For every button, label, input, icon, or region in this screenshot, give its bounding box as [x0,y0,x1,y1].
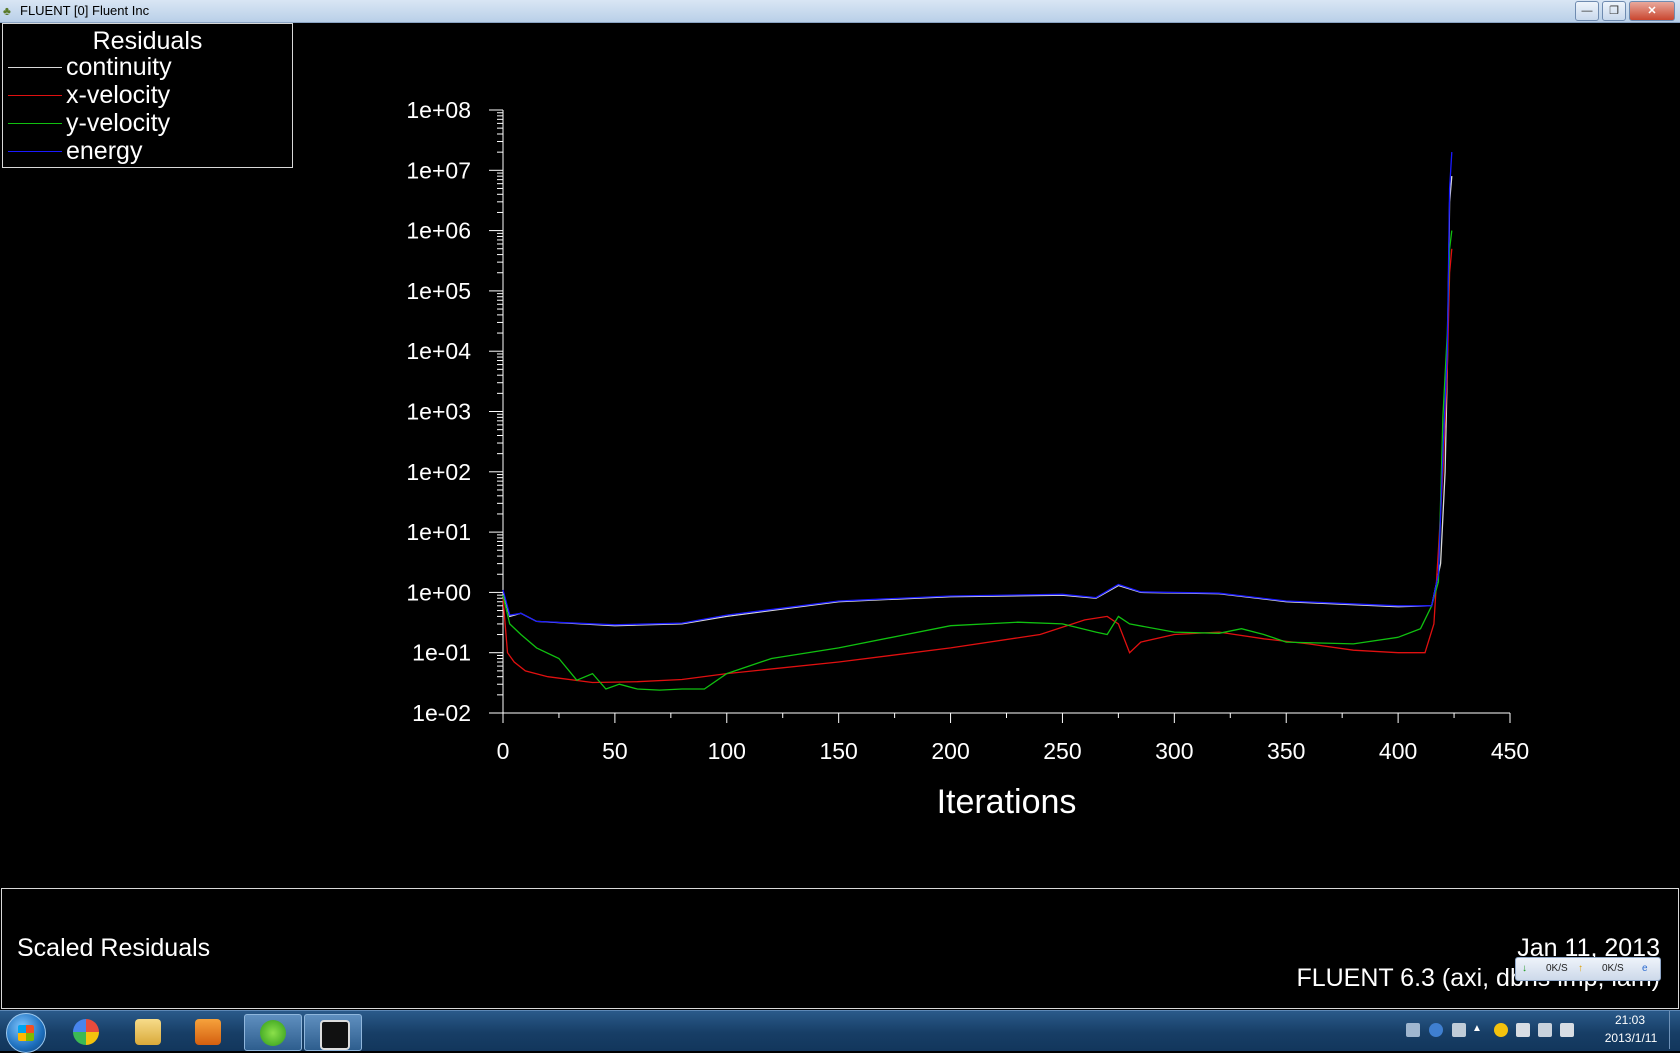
tray-network-icon[interactable] [1538,1023,1552,1037]
tray-help-icon[interactable] [1429,1023,1443,1037]
y-tick-label: 1e+02 [406,459,471,485]
y-tick-label: 1e+06 [406,218,471,244]
x-tick-label: 0 [497,738,510,764]
taskbar-clock-time[interactable]: 21:03 [1610,1013,1650,1027]
taskbar [0,1010,1680,1053]
series-line-continuity [502,176,1453,627]
taskbar-app-explorer[interactable] [120,1014,176,1049]
x-tick-label: 200 [931,738,969,764]
tray-app-icon[interactable] [1452,1023,1466,1037]
tray-volume-icon[interactable] [1560,1023,1574,1037]
media-player-icon [195,1019,221,1045]
y-tick-label: 1e+04 [406,338,471,364]
x-tick-label: 50 [602,738,628,764]
x-tick-label: 350 [1267,738,1305,764]
legend-label-energy: energy [66,137,143,165]
y-tick-label: 1e-02 [412,700,471,726]
legend-swatch-energy [8,151,62,152]
x-tick-label: 250 [1043,738,1081,764]
tray-expand-icon[interactable]: ▲ [1472,1023,1482,1037]
y-tick-label: 1e+00 [406,579,471,605]
tray-keyboard-icon[interactable] [1406,1023,1420,1037]
y-tick-label: 1e+03 [406,399,471,425]
x-axis-title: Iterations [937,783,1077,821]
download-speed: 0K/S [1546,963,1568,974]
chart-legend: Residuals continuity x-velocity y-veloci… [2,23,293,168]
x-tick-label: 400 [1379,738,1417,764]
taskbar-app-fluent[interactable] [304,1014,362,1051]
upload-arrow-icon: ↑ [1578,963,1583,974]
pinwheel-icon [73,1019,99,1045]
start-button[interactable] [6,1013,46,1053]
taskbar-app-browser[interactable] [244,1014,302,1051]
network-speed-monitor[interactable]: ↓ 0K/S ↑ 0K/S e [1515,957,1661,981]
legend-swatch-y-velocity [8,123,62,124]
legend-label-continuity: continuity [66,53,172,81]
legend-label-x-velocity: x-velocity [66,81,171,109]
taskbar-app-pinwheel[interactable] [58,1014,114,1049]
legend-swatch-continuity [8,67,62,68]
legend-item-y-velocity: y-velocity [3,109,292,137]
folder-icon [135,1019,161,1045]
series-line-y-velocity [502,230,1453,691]
x-tick-label: 150 [819,738,857,764]
browser-icon [260,1020,286,1046]
upload-speed: 0K/S [1602,963,1624,974]
taskbar-app-media-player[interactable] [180,1014,236,1049]
x-tick-label: 300 [1155,738,1193,764]
ie-icon: e [1642,963,1648,974]
legend-title: Residuals [92,27,203,55]
x-tick-label: 100 [708,738,746,764]
download-arrow-icon: ↓ [1522,963,1527,974]
show-desktop-button[interactable] [1669,1011,1680,1049]
legend-label-y-velocity: y-velocity [66,109,171,137]
series-line-energy [502,152,1453,626]
legend-item-energy: energy [3,137,292,165]
y-tick-label: 1e-01 [412,640,471,666]
tray-flag-icon[interactable] [1516,1023,1530,1037]
y-tick-label: 1e+05 [406,278,471,304]
y-tick-label: 1e+08 [406,97,471,123]
x-tick-label: 450 [1491,738,1529,764]
fluent-taskbar-icon [320,1020,350,1050]
legend-item-continuity: continuity [3,53,292,81]
taskbar-clock-date[interactable]: 2013/1/11 [1596,1031,1666,1045]
y-tick-label: 1e+07 [406,157,471,183]
legend-item-x-velocity: x-velocity [3,81,292,109]
tray-plus-icon[interactable] [1494,1023,1508,1037]
plot-name-label: Scaled Residuals [17,934,211,962]
series-line-x-velocity [502,248,1453,684]
y-tick-label: 1e+01 [406,519,471,545]
legend-swatch-x-velocity [8,95,62,96]
